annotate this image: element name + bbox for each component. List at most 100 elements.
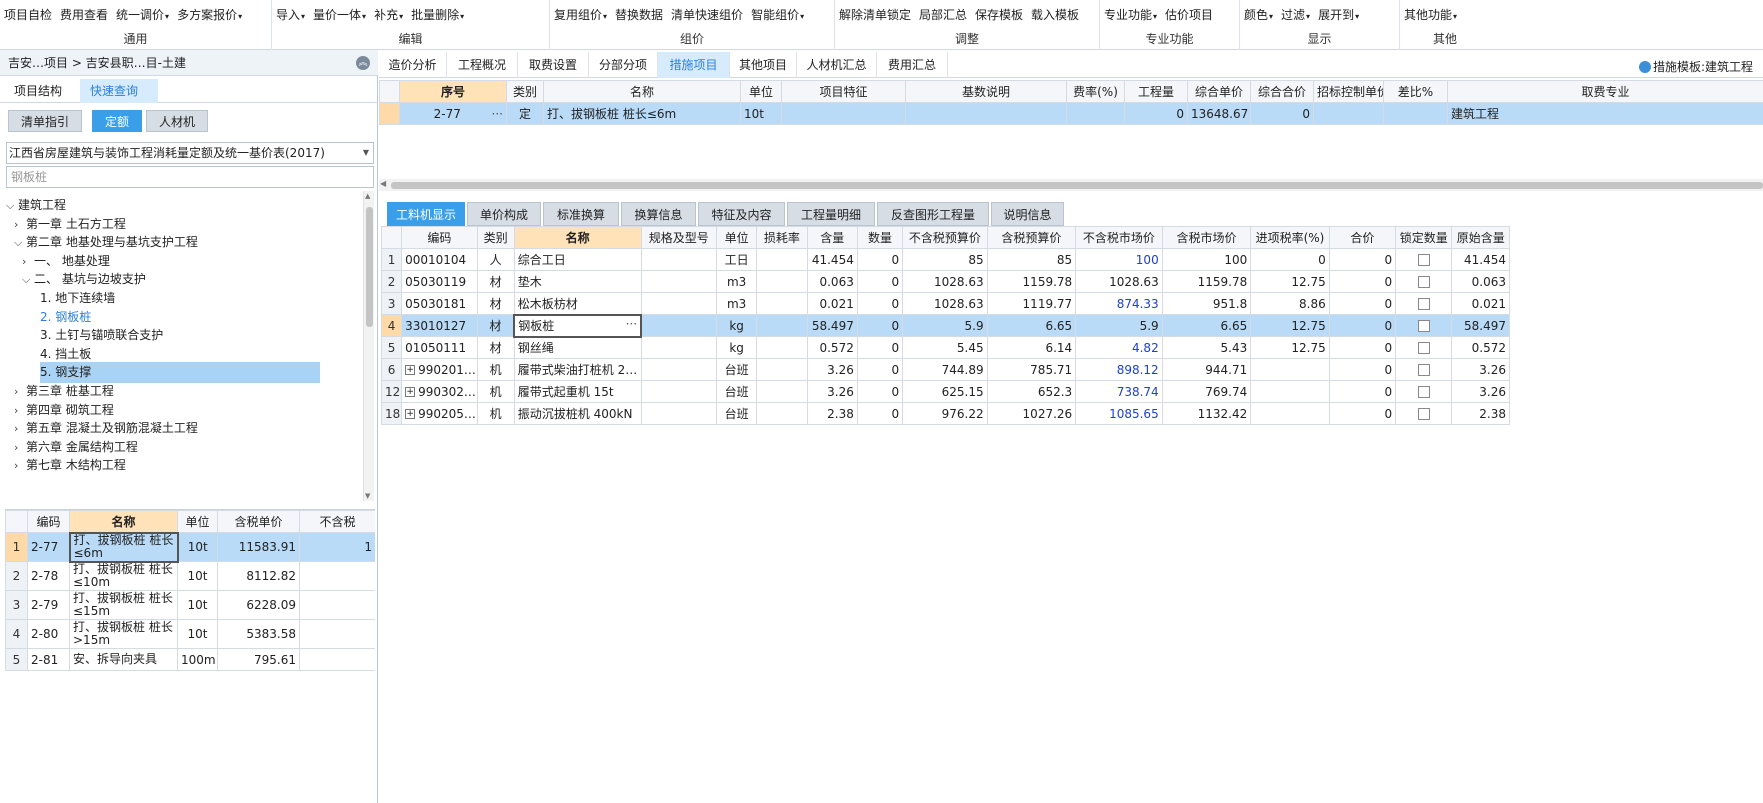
cell-qty[interactable]: 0 [856,314,904,337]
col-header-price[interactable]: 含税单价 [217,510,300,533]
cell-loss[interactable] [756,270,808,293]
ribbon-button[interactable]: 载入模板 [1031,6,1079,24]
cell-unit[interactable]: m3 [716,292,758,315]
ellipsis-icon[interactable]: ··· [626,317,637,331]
cell-tm[interactable]: 944.71 [1161,358,1252,381]
cell-nb[interactable]: 5.9 [902,314,988,337]
cell-code[interactable]: 2-78 [27,561,70,591]
col-header[interactable]: 合价 [1328,226,1397,249]
cell-tax[interactable] [1250,402,1330,425]
cell-type[interactable]: 人 [476,248,515,271]
cell-unit[interactable]: 100m [177,648,218,671]
tab-main[interactable]: 费用汇总 [877,52,948,78]
tab-detail[interactable]: 工料机显示 [387,202,465,226]
tree-scrollbar[interactable]: ▲ ▼ [363,191,374,501]
cell-name[interactable]: 钢板桩 ··· [513,313,643,338]
cell-spec[interactable] [640,358,718,381]
cell-spec[interactable] [640,248,718,271]
table-row[interactable]: 3 05030181 材松木板枋材 m3 0.021 0 1028.63 1119.77 874… [380,292,1510,315]
col-header[interactable]: 工程量 [1124,80,1188,103]
cell-name[interactable]: 履带式柴油打桩机 2… [513,358,642,381]
cell-unit[interactable]: 10t [177,590,218,620]
cell-loss[interactable] [756,380,808,403]
col-header[interactable]: 编码 [401,226,478,249]
cell-nb[interactable]: 85 [902,248,988,271]
lock-checkbox[interactable] [1417,320,1430,332]
cell-orig[interactable]: 41.454 [1451,248,1510,271]
cell-unit[interactable]: 台班 [716,358,758,381]
scroll-thumb[interactable] [391,182,1763,189]
cell-ctrl-price[interactable] [1313,102,1384,125]
cell-type[interactable]: 定 [506,102,544,125]
table-row[interactable]: 4 2-80 打、拔钢板桩 桩长>15m 10t 5383.58 [5,619,375,649]
cell-name[interactable]: 综合工日 [513,248,642,271]
col-header[interactable]: 名称 [543,80,741,103]
cell-total[interactable]: 0 [1328,380,1397,403]
col-header[interactable]: 不含税预算价 [902,226,988,249]
cell-loss[interactable] [756,402,808,425]
cell-spec[interactable] [640,336,718,359]
cell-content[interactable]: 58.497 [806,314,858,337]
cell-tb[interactable]: 785.71 [986,358,1077,381]
cell-unit[interactable]: kg [716,314,758,337]
col-header[interactable]: 进项税率(%) [1250,226,1330,249]
cell-spec[interactable] [640,314,718,337]
cell-ntax[interactable] [299,590,375,620]
col-header[interactable]: 损耗率 [756,226,808,249]
cell-qty[interactable]: 0 [856,402,904,425]
cell-code[interactable]: 05030181 [401,292,478,315]
col-header[interactable]: 基数说明 [905,80,1067,103]
cell-price[interactable]: 6228.09 [217,590,300,620]
cell-unit[interactable]: kg [716,336,758,359]
table-row[interactable]: 18 +990205… 机振动沉拔桩机 400kN 台班 2.38 0 976.22 1027… [380,402,1510,425]
scroll-thumb[interactable] [366,207,373,327]
collapse-up-icon[interactable]: ︽ [356,56,370,70]
ribbon-button[interactable]: 专业功能▾ [1104,6,1157,26]
cell-code[interactable]: 05030119 [401,270,478,293]
ribbon-button[interactable]: 清单快速组价 [671,6,743,24]
ribbon-button[interactable]: 多方案报价▾ [177,6,242,26]
ribbon-button[interactable]: 替换数据 [615,6,663,24]
cell-qty[interactable]: 0 [1124,102,1188,125]
cell-unit[interactable]: m3 [716,270,758,293]
col-header[interactable]: 原始含量 [1451,226,1510,249]
ribbon-button[interactable]: 导入▾ [276,6,305,26]
cell-orig[interactable]: 58.497 [1451,314,1510,337]
tab-main[interactable]: 造价分析 [379,52,447,78]
ribbon-button[interactable]: 其他功能▾ [1404,6,1457,26]
cell-price[interactable]: 795.61 [217,648,300,671]
col-header-code[interactable]: 编码 [27,510,70,533]
cell-nb[interactable]: 5.45 [902,336,988,359]
cell-unit[interactable]: 10t [177,532,218,562]
cell-nm[interactable]: 5.9 [1075,314,1163,337]
col-header[interactable]: 不含税市场价 [1075,226,1163,249]
quota-library-select[interactable]: 江西省房屋建筑与装饰工程消耗量定额及统一基价表(2017) ▼ [6,142,374,164]
table-row[interactable]: 2 2-78 打、拔钢板桩 桩长≤10m 10t 8112.82 [5,561,375,591]
cell-fee-spec[interactable]: 建筑工程 [1447,102,1763,125]
cell-nb[interactable]: 1028.63 [902,270,988,293]
ribbon-button[interactable]: 复用组价▾ [554,6,607,26]
cell-tax[interactable]: 12.75 [1250,336,1330,359]
col-header[interactable]: 差比% [1383,80,1448,103]
cell-code[interactable]: 2-80 [27,619,70,649]
cell-code[interactable]: +990201… [401,358,478,381]
cell-tb[interactable]: 1119.77 [986,292,1077,315]
lock-checkbox[interactable] [1417,386,1430,398]
cell-code[interactable]: 33010127 [401,314,478,337]
col-header[interactable]: 数量 [856,226,904,249]
cell-total[interactable]: 0 [1328,248,1397,271]
col-header[interactable]: 类别 [476,226,515,249]
cell-name[interactable]: 打、拔钢板桩 桩长≤6m [543,102,741,125]
cell-orig[interactable]: 0.572 [1451,336,1510,359]
cell-feature[interactable] [781,102,906,125]
cell-content[interactable]: 3.26 [806,358,858,381]
cell-lock[interactable] [1395,358,1453,381]
chevron-down-icon[interactable]: ⌵ [22,269,34,290]
table-row[interactable]: 2 05030119 材垫木 m3 0.063 0 1028.63 1159.78 1028.6… [380,270,1510,293]
cell-name[interactable]: 安、拆导向夹具 [69,648,178,671]
cell-nb[interactable]: 976.22 [902,402,988,425]
cell-code[interactable]: +990302… [401,380,478,403]
cell-type[interactable]: 材 [476,336,515,359]
cell-type[interactable]: 材 [476,292,515,315]
cell-loss[interactable] [756,336,808,359]
